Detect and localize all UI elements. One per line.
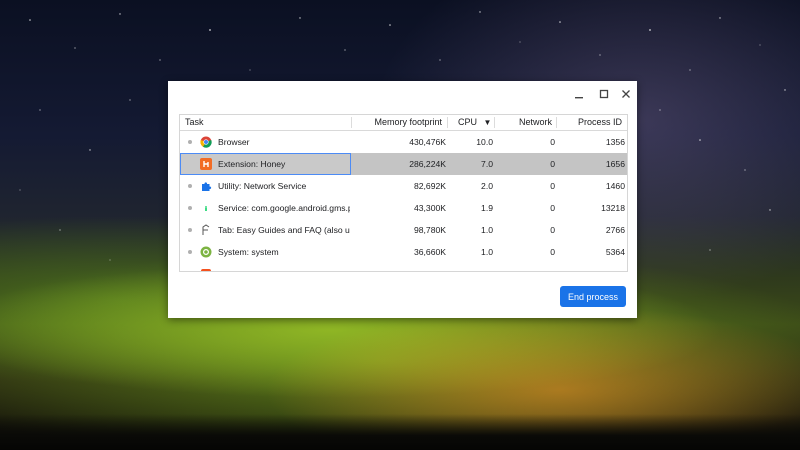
cpu-value: 2.0 <box>481 181 493 191</box>
status-dot <box>188 140 192 144</box>
task-cell: Service: com.google.android.gms.p <box>180 197 351 219</box>
maximize-icon <box>599 89 609 99</box>
minimize-icon <box>575 97 583 99</box>
table-row[interactable]: App: Intent (188) com.google.a 130,100K … <box>180 263 627 271</box>
task-name: Browser <box>218 137 250 147</box>
table-row[interactable]: Tab: Easy Guides and FAQ (also use 98,78… <box>180 219 627 241</box>
memory-value: 98,780K <box>413 225 446 235</box>
task-name: App: Intent (188) com.google.a <box>218 263 350 271</box>
memory-value: 130,100K <box>360 263 446 271</box>
task-cell: App: Intent (188) com.google.a <box>180 263 351 271</box>
column-divider <box>556 117 557 128</box>
table-row[interactable]: System: system 36,660K 1.0 0 5364 <box>180 241 627 263</box>
process-id-value: 1656 <box>605 159 625 169</box>
process-id-value: 1356 <box>605 137 625 147</box>
memory-value: 286,224K <box>409 159 446 169</box>
network-value: 0 <box>550 137 555 147</box>
sort-descending-icon: ▼ <box>483 118 492 127</box>
status-dot <box>188 228 192 232</box>
system-icon <box>200 246 212 258</box>
cpu-value: 1.9 <box>481 203 493 213</box>
status-dot <box>188 250 192 254</box>
process-id-value: 22403 <box>560 263 625 271</box>
cpu-value: 10.0 <box>476 137 493 147</box>
puzzle-icon <box>202 182 212 191</box>
service-icon <box>205 206 207 211</box>
status-dot <box>188 184 192 188</box>
table-header: Task Memory footprint CPU ▼ Network Proc… <box>180 115 627 131</box>
column-header-task[interactable]: Task <box>185 115 204 130</box>
cpu-value: 7.0 <box>481 159 493 169</box>
column-header-cpu[interactable]: CPU ▼ <box>458 115 491 130</box>
tab-icon <box>202 224 210 235</box>
chrome-icon <box>200 136 212 148</box>
process-id-value: 2766 <box>605 225 625 235</box>
task-cell: System: system <box>180 241 351 263</box>
task-name: Service: com.google.android.gms.p <box>218 203 350 213</box>
cpu-value: 1.0 <box>481 225 493 235</box>
network-value: 0 <box>497 263 555 271</box>
task-cell: Extension: Honey <box>180 153 351 175</box>
honey-extension-icon <box>200 158 212 170</box>
task-name: System: system <box>218 247 279 257</box>
process-table: Task Memory footprint CPU ▼ Network Proc… <box>179 114 628 272</box>
column-divider <box>351 117 352 128</box>
task-name: Tab: Easy Guides and FAQ (also use <box>218 225 350 235</box>
table-row[interactable]: Browser 430,476K 10.0 0 1356 <box>180 131 627 153</box>
table-row-selected[interactable]: Extension: Honey 286,224K 7.0 0 1656 <box>180 153 627 175</box>
column-header-cpu-label: CPU <box>458 117 478 127</box>
status-dot <box>188 206 192 210</box>
column-header-memory[interactable]: Memory footprint <box>360 115 442 130</box>
memory-value: 36,660K <box>413 247 446 257</box>
column-divider <box>447 117 448 128</box>
end-process-button[interactable]: End process <box>560 286 626 307</box>
task-cell: Browser <box>180 131 351 153</box>
column-header-network[interactable]: Network <box>500 115 552 130</box>
table-row[interactable]: Utility: Network Service 82,692K 2.0 0 1… <box>180 175 627 197</box>
network-value: 0 <box>550 203 555 213</box>
maximize-button[interactable] <box>595 85 613 103</box>
task-cell: Tab: Easy Guides and FAQ (also use <box>180 219 351 241</box>
task-manager-window: Task Memory footprint CPU ▼ Network Proc… <box>168 81 637 318</box>
column-divider <box>494 117 495 128</box>
process-id-value: 5364 <box>605 247 625 257</box>
cpu-value: 1.0 <box>481 247 493 257</box>
task-cell: Utility: Network Service <box>180 175 351 197</box>
close-icon <box>622 90 630 98</box>
network-value: 0 <box>550 181 555 191</box>
cpu-value: 0.9 <box>450 263 493 271</box>
column-header-process-id[interactable]: Process ID <box>560 115 622 130</box>
network-value: 0 <box>550 159 555 169</box>
memory-value: 43,300K <box>413 203 446 213</box>
ground-silhouette <box>0 414 800 450</box>
task-name: Utility: Network Service <box>218 181 307 191</box>
app-icon <box>201 269 211 271</box>
memory-value: 82,692K <box>413 181 446 191</box>
memory-value: 430,476K <box>409 137 446 147</box>
minimize-button[interactable] <box>570 85 588 103</box>
network-value: 0 <box>550 247 555 257</box>
task-name: Extension: Honey <box>218 159 286 169</box>
process-id-value: 1460 <box>605 181 625 191</box>
close-button[interactable] <box>617 85 635 103</box>
table-row[interactable]: Service: com.google.android.gms.p 43,300… <box>180 197 627 219</box>
process-id-value: 13218 <box>601 203 625 213</box>
network-value: 0 <box>550 225 555 235</box>
